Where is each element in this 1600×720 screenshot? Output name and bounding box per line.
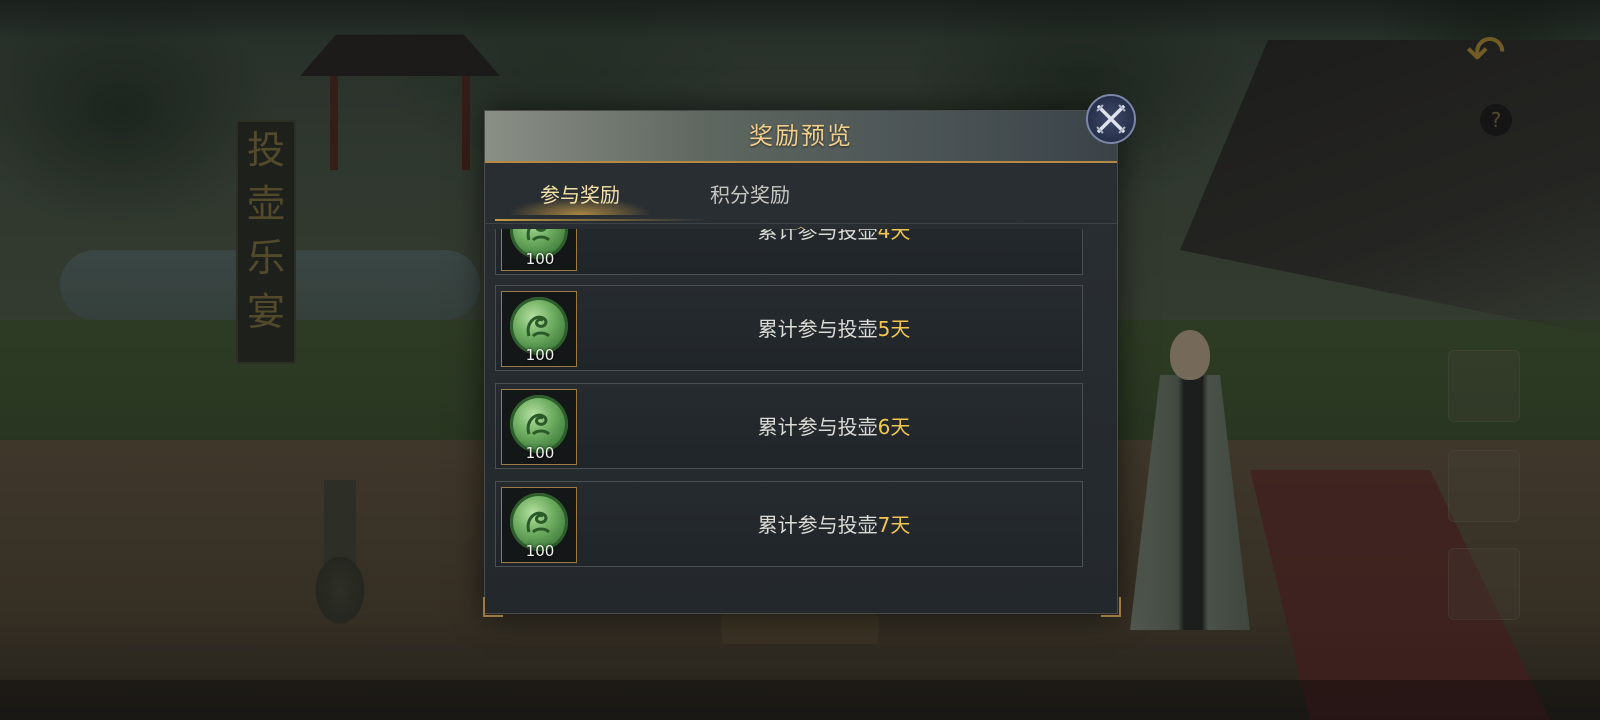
condition-text: 累计参与投壶 <box>757 317 878 341</box>
reward-item-slot[interactable]: 100 <box>501 389 577 465</box>
reward-condition: 累计参与投壶6天 <box>586 384 1082 470</box>
tab-points-rewards[interactable]: 积分奖励 <box>675 175 825 215</box>
reward-row: 100 累计参与投壶5天 <box>495 285 1083 371</box>
item-quantity: 100 <box>525 346 555 364</box>
reward-item-slot[interactable]: 100 <box>501 291 577 367</box>
condition-text: 累计参与投壶 <box>757 229 878 243</box>
reward-row: 100 累计参与投壶4天 <box>495 229 1083 275</box>
item-quantity: 100 <box>525 444 555 462</box>
reward-preview-dialog: 奖励预览 参与奖励 积分奖励 ︿ 100 累计参与投壶4天 100 累计参与投壶… <box>483 110 1121 617</box>
condition-days: 4天 <box>877 229 911 243</box>
reward-list[interactable]: 100 累计参与投壶4天 100 累计参与投壶5天 100 累计参与投壶6天 1… <box>495 229 1095 597</box>
reward-row: 100 累计参与投壶7天 <box>495 481 1083 567</box>
crossed-swords-close-icon[interactable] <box>1086 94 1136 144</box>
reward-condition: 累计参与投壶7天 <box>586 482 1082 568</box>
condition-text: 累计参与投壶 <box>757 513 878 537</box>
item-quantity: 100 <box>525 250 555 268</box>
frame-corner-ornament <box>1101 597 1121 617</box>
reward-item-slot[interactable]: 100 <box>501 229 577 271</box>
condition-days: 6天 <box>877 415 911 439</box>
reward-condition: 累计参与投壶4天 <box>586 229 1082 274</box>
reward-row: 100 累计参与投壶6天 <box>495 383 1083 469</box>
reward-item-slot[interactable]: 100 <box>501 487 577 563</box>
condition-days: 5天 <box>877 317 911 341</box>
tab-bar: 参与奖励 积分奖励 <box>485 163 1117 224</box>
condition-days: 7天 <box>877 513 911 537</box>
tab-participation-rewards[interactable]: 参与奖励 <box>495 175 665 215</box>
item-quantity: 100 <box>525 542 555 560</box>
reward-condition: 累计参与投壶5天 <box>586 286 1082 372</box>
frame-corner-ornament <box>483 597 503 617</box>
condition-text: 累计参与投壶 <box>757 415 878 439</box>
dialog-title: 奖励预览 <box>749 122 853 150</box>
